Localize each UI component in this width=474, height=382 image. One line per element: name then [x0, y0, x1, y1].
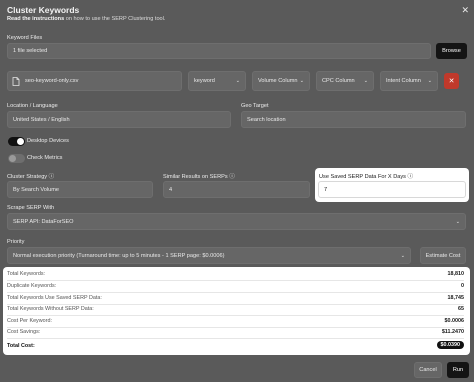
subtitle-text: on how to use the SERP Clustering tool.	[64, 16, 166, 22]
priority-select[interactable]: Normal execution priority (Turnaround ti…	[7, 247, 411, 264]
instructions-link[interactable]: Read the instructions	[7, 16, 64, 22]
keyword-files-label: Keyword Files	[7, 35, 43, 41]
info-icon: ⓘ	[48, 174, 55, 180]
summary-total-cost: Total Cost: $0.0390	[7, 341, 464, 349]
chevron-down-icon: ⌄	[235, 78, 240, 84]
close-icon[interactable]: ✕	[461, 5, 469, 16]
volume-column-select[interactable]: Volume Column ⌄	[252, 71, 310, 91]
file-icon	[12, 76, 20, 86]
delete-file-button[interactable]: ✕	[444, 73, 459, 89]
geo-target-input[interactable]: Search location	[241, 111, 466, 128]
geo-target-label: Geo Target	[241, 103, 269, 109]
total-cost-badge: $0.0390	[436, 341, 464, 349]
chevron-down-icon: ⌄	[455, 218, 460, 225]
scrape-serp-select[interactable]: SERP API: DataForSEO ⌄	[7, 213, 466, 230]
estimate-cost-button[interactable]: Estimate Cost	[420, 247, 466, 264]
cancel-label: Cancel	[419, 367, 437, 373]
scrape-serp-value: SERP API: DataForSEO	[13, 218, 74, 225]
chevron-down-icon: ⌄	[363, 78, 368, 84]
cluster-strategy-value: By Search Volume	[13, 186, 60, 193]
summary-cost-savings: Cost Savings: $11.2470	[7, 329, 464, 335]
info-icon: ⓘ	[407, 174, 414, 180]
file-input-value: 1 file selected	[13, 48, 48, 54]
desktop-devices-label: Desktop Devices	[27, 138, 69, 144]
divider	[7, 292, 464, 293]
chevron-down-icon: ⌄	[400, 252, 405, 259]
chevron-down-icon: ⌄	[427, 78, 432, 84]
intent-column-select[interactable]: Intent Column ⌄	[380, 71, 438, 91]
cluster-strategy-label: Cluster Strategy ⓘ	[7, 174, 55, 180]
intent-column-value: Intent Column	[386, 78, 421, 84]
divider	[7, 280, 464, 281]
file-input[interactable]: 1 file selected	[7, 43, 431, 59]
saved-serp-days-value: 7	[324, 186, 328, 193]
close-icon: ✕	[448, 78, 455, 85]
cost-summary-panel: Total Keywords: 18,810 Duplicate Keywords…	[3, 267, 470, 355]
info-icon: ⓘ	[229, 174, 235, 180]
run-button[interactable]: Run	[447, 362, 469, 378]
similar-results-value: 4	[169, 186, 173, 193]
summary-duplicate-keywords: Duplicate Keywords: 0	[7, 283, 464, 289]
location-select[interactable]: United States / English	[7, 111, 231, 128]
keyword-column-select[interactable]: keyword ⌄	[188, 71, 246, 91]
divider	[7, 338, 464, 339]
summary-cost-per-keyword: Cost Per Keyword: $0.0006	[7, 318, 464, 324]
divider	[7, 327, 464, 328]
dialog-title: Cluster Keywords	[7, 5, 80, 15]
cpc-column-select[interactable]: CPC Column ⌄	[316, 71, 374, 91]
cancel-button[interactable]: Cancel	[414, 362, 442, 378]
location-value: United States / English	[13, 116, 70, 123]
priority-label: Priority	[7, 239, 25, 245]
similar-results-label: Similar Results on SERPs ⓘ	[163, 174, 235, 180]
priority-value: Normal execution priority (Turnaround ti…	[13, 252, 225, 259]
saved-serp-days-input[interactable]: 7	[318, 181, 466, 198]
keyword-column-value: keyword	[194, 78, 215, 84]
summary-without-serp: Total Keywords Without SERP Data: 65	[7, 306, 464, 312]
geo-target-placeholder: Search location	[247, 116, 286, 123]
divider	[7, 304, 464, 305]
toggle-knob	[17, 138, 24, 145]
similar-results-input[interactable]: 4	[163, 181, 310, 198]
chevron-down-icon: ⌄	[299, 78, 304, 84]
estimate-cost-label: Estimate Cost	[425, 252, 461, 259]
location-label: Location / Language	[7, 103, 58, 109]
summary-saved-serp: Total Keywords Use Saved SERP Data: 18,74…	[7, 295, 464, 301]
check-metrics-toggle[interactable]	[8, 154, 25, 163]
summary-total-keywords: Total Keywords: 18,810	[7, 271, 464, 277]
scrape-serp-label: Scrape SERP With	[7, 205, 55, 211]
file-item: seo-keyword-only.csv	[7, 71, 182, 91]
browse-button[interactable]: Browse	[436, 43, 467, 59]
check-metrics-label: Check Metrics	[27, 155, 63, 161]
dialog-subtitle: Read the instructions on how to use the …	[7, 16, 165, 22]
file-name: seo-keyword-only.csv	[25, 78, 79, 84]
desktop-devices-toggle[interactable]	[8, 137, 25, 146]
volume-column-value: Volume Column	[258, 78, 298, 84]
toggle-knob	[9, 155, 16, 162]
divider	[7, 315, 464, 316]
saved-serp-label: Use Saved SERP Data For X Days ⓘ	[319, 174, 414, 180]
cpc-column-value: CPC Column	[322, 78, 355, 84]
cluster-strategy-select[interactable]: By Search Volume	[7, 181, 153, 198]
